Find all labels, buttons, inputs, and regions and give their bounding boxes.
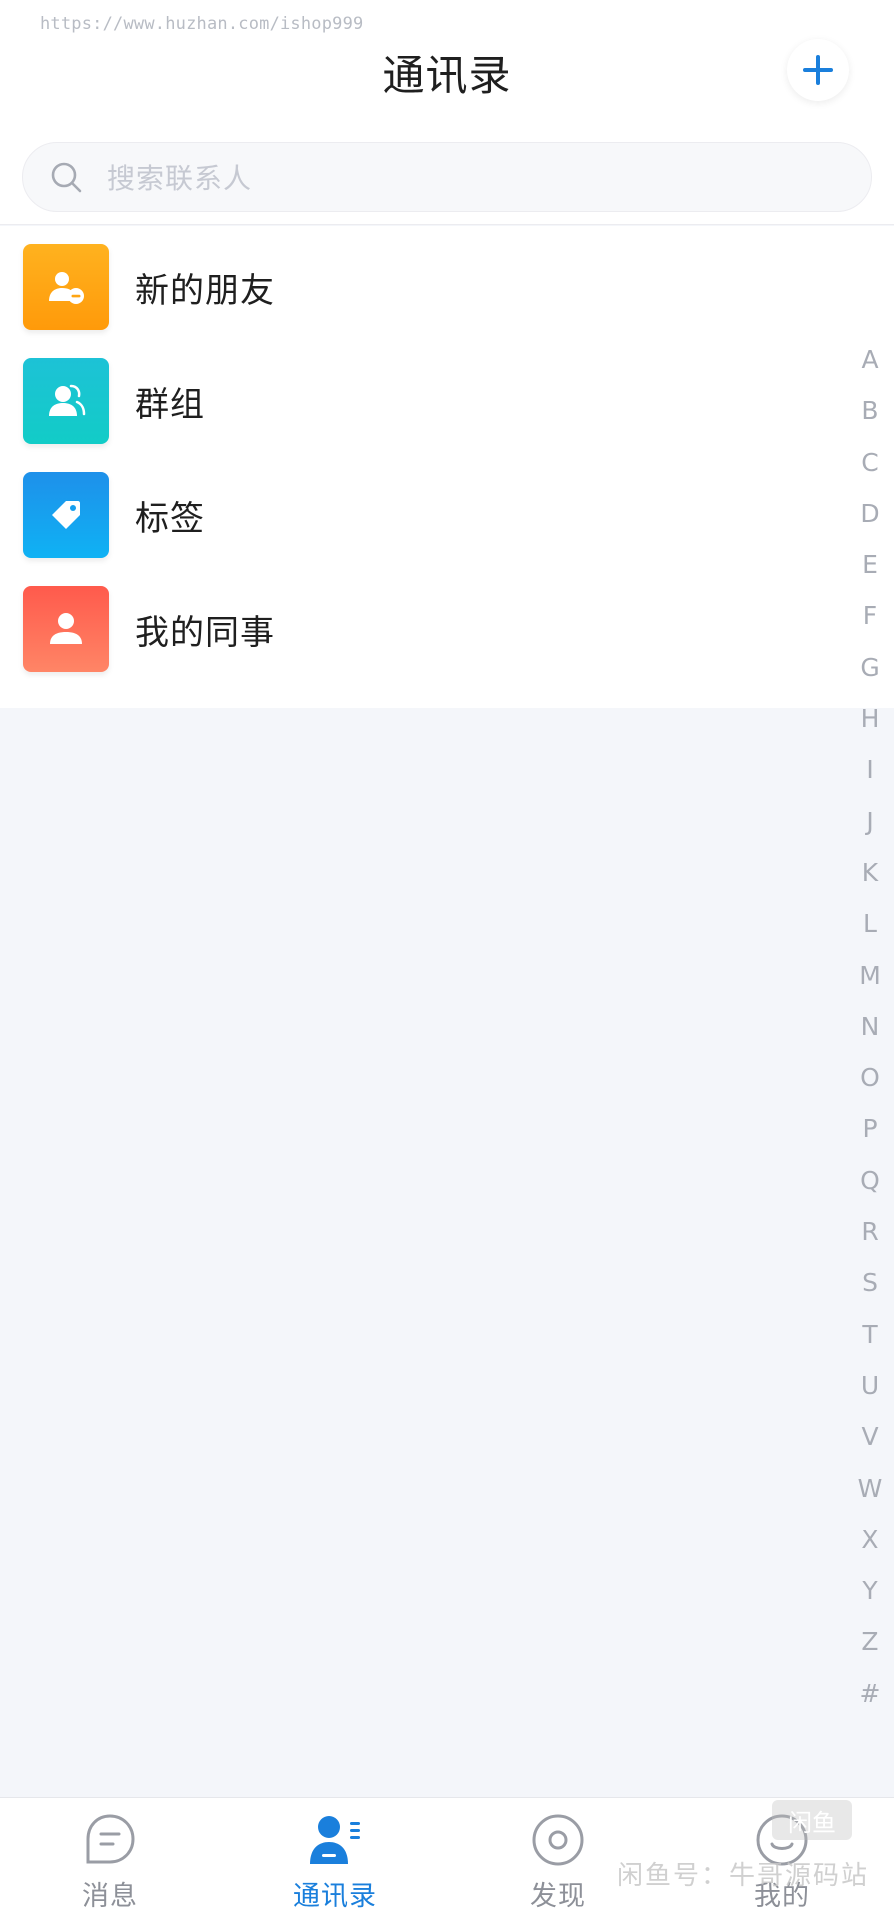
tag-icon — [23, 472, 109, 558]
alphabet-letter[interactable]: Y — [850, 1571, 890, 1622]
alphabet-letter[interactable]: T — [850, 1315, 890, 1366]
tab-label: 消息 — [82, 1881, 138, 1912]
tab-contacts[interactable]: 通讯录 — [255, 1798, 415, 1920]
watermark-url: https://www.huzhan.com/ishop999 — [40, 14, 364, 34]
alphabet-letter[interactable]: C — [850, 443, 890, 494]
group-icon — [23, 358, 109, 444]
alphabet-letter[interactable]: L — [850, 904, 890, 955]
tab-label: 发现 — [530, 1881, 586, 1912]
alphabet-letter[interactable]: G — [850, 648, 890, 699]
alphabet-letter[interactable]: E — [850, 545, 890, 596]
alphabet-letter[interactable]: A — [850, 340, 890, 391]
alphabet-letter[interactable]: B — [850, 391, 890, 442]
header: https://www.huzhan.com/ishop999 通讯录 搜索联系… — [0, 0, 894, 225]
list-item-groups[interactable]: 群组 — [0, 344, 894, 458]
discover-icon — [532, 1814, 584, 1866]
search-input[interactable]: 搜索联系人 — [22, 142, 872, 212]
contacts-page: https://www.huzhan.com/ishop999 通讯录 搜索联系… — [0, 0, 894, 1920]
tab-discover[interactable]: 发现 — [478, 1798, 638, 1920]
message-icon — [86, 1814, 135, 1864]
new-friend-icon — [23, 244, 109, 330]
list-item-label: 群组 — [135, 384, 205, 425]
alphabet-letter[interactable]: I — [850, 750, 890, 801]
plus-icon — [803, 55, 833, 85]
tab-label: 通讯录 — [293, 1881, 377, 1912]
contacts-icon — [310, 1816, 360, 1864]
search-placeholder: 搜索联系人 — [107, 162, 253, 195]
watermark-text: 闲鱼号：牛哥源码站 — [617, 1861, 870, 1891]
alphabet-letter[interactable]: J — [850, 802, 890, 853]
alphabet-letter[interactable]: H — [850, 699, 890, 750]
xianyu-badge: 闲鱼 — [772, 1800, 852, 1840]
alphabet-letter[interactable]: V — [850, 1417, 890, 1468]
search-icon — [51, 162, 82, 193]
alphabet-letter[interactable]: M — [850, 956, 890, 1007]
alphabet-letter[interactable]: Q — [850, 1161, 890, 1212]
alphabet-letter[interactable]: S — [850, 1263, 890, 1314]
alphabet-letter[interactable]: F — [850, 596, 890, 647]
page-title: 通讯录 — [382, 51, 512, 100]
alphabet-letter[interactable]: P — [850, 1109, 890, 1160]
alphabet-letter[interactable]: R — [850, 1212, 890, 1263]
list-item-label: 标签 — [135, 498, 205, 539]
alphabet-letter[interactable]: O — [850, 1058, 890, 1109]
list-item-label: 我的同事 — [135, 612, 275, 653]
contact-menu-list: 新的朋友 群组 标签 我的同事 — [0, 226, 894, 708]
alphabet-letter[interactable]: Z — [850, 1622, 890, 1673]
alphabet-index[interactable]: A B C D E F G H I J K L M N O P Q R S T U V W X Y Z # — [850, 340, 890, 1725]
alphabet-letter[interactable]: W — [850, 1469, 890, 1520]
alphabet-letter[interactable]: K — [850, 853, 890, 904]
list-item-new-friends[interactable]: 新的朋友 — [0, 230, 894, 344]
add-contact-button[interactable] — [787, 39, 849, 101]
list-item-label: 新的朋友 — [135, 270, 275, 311]
tab-messages[interactable]: 消息 — [30, 1798, 190, 1920]
alphabet-letter[interactable]: X — [850, 1520, 890, 1571]
alphabet-letter[interactable]: U — [850, 1366, 890, 1417]
colleague-icon — [23, 586, 109, 672]
alphabet-letter[interactable]: N — [850, 1007, 890, 1058]
list-item-colleagues[interactable]: 我的同事 — [0, 572, 894, 686]
list-item-tags[interactable]: 标签 — [0, 458, 894, 572]
alphabet-letter[interactable]: # — [850, 1674, 890, 1725]
alphabet-letter[interactable]: D — [850, 494, 890, 545]
